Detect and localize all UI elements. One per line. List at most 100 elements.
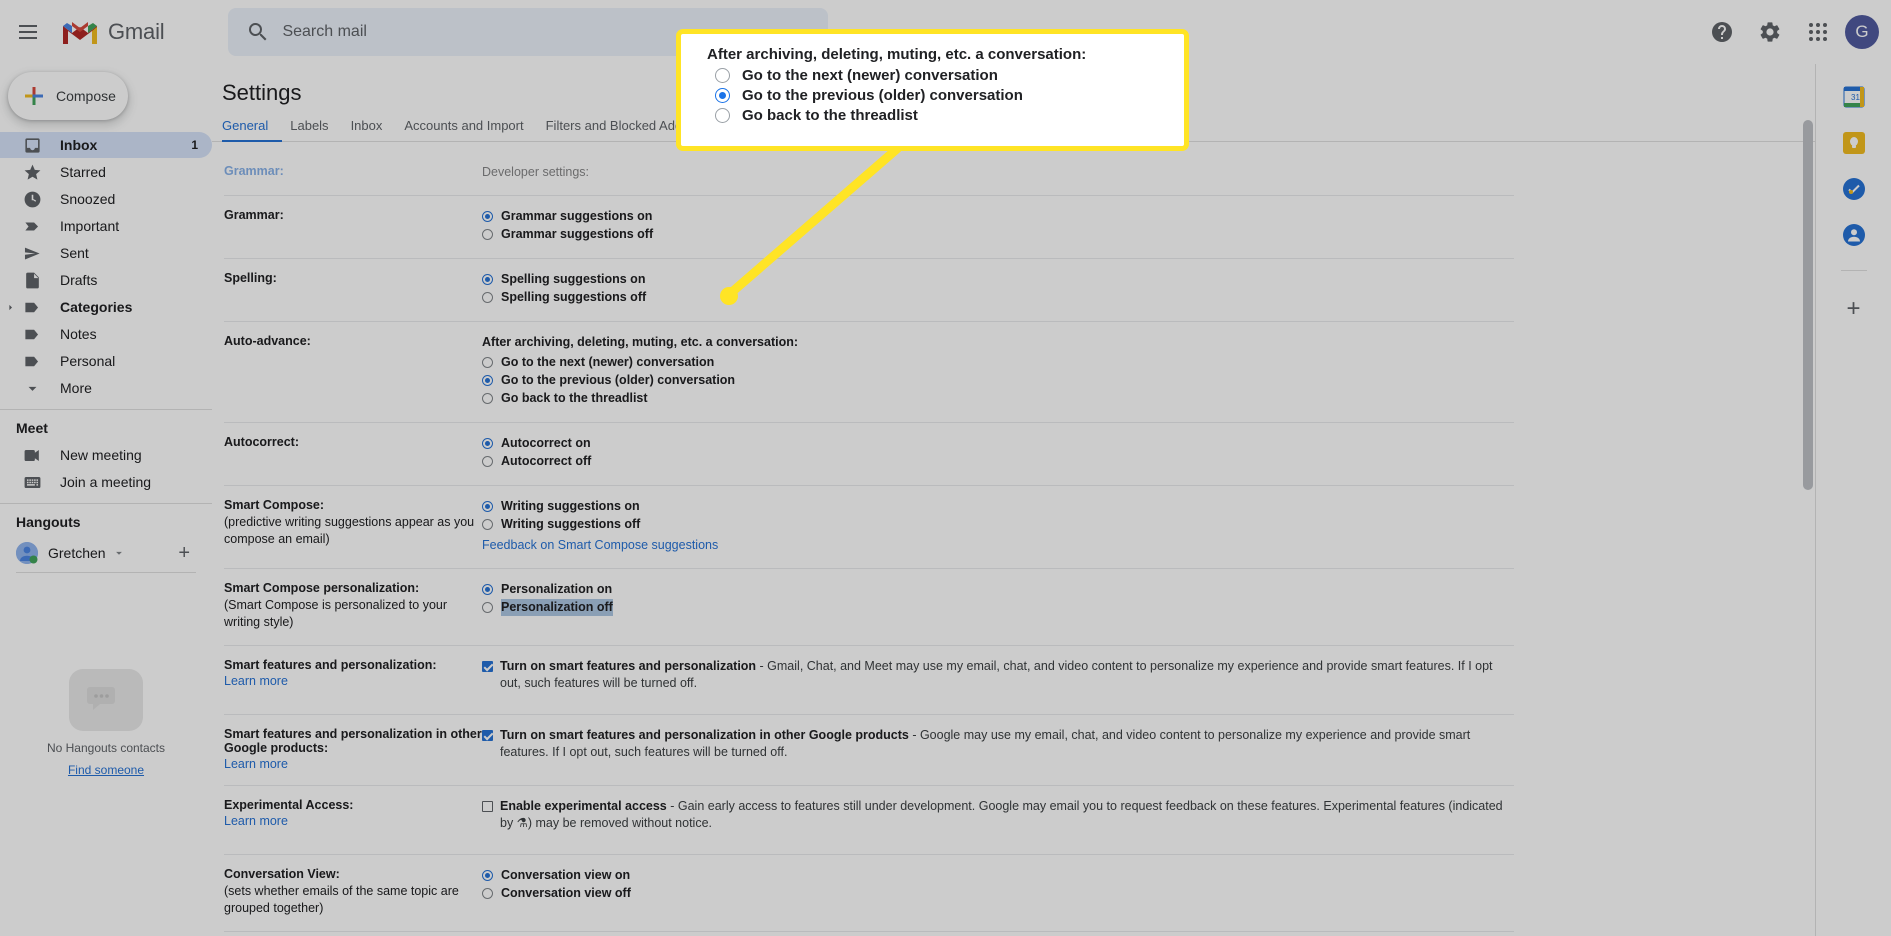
main-scrollbar[interactable]	[1803, 120, 1813, 490]
clock-icon	[22, 189, 42, 209]
radio-row[interactable]: Grammar suggestions on	[482, 208, 1514, 225]
expand-chevron-right-icon[interactable]	[6, 299, 18, 315]
sidebar-nav-list: Inbox 1 Starred Snoozed Important Sent Drafts C…	[0, 132, 212, 401]
tab-labels[interactable]: Labels	[290, 118, 328, 133]
google-contacts-icon[interactable]	[1842, 224, 1865, 246]
find-someone-link[interactable]: Find someone	[68, 763, 144, 777]
sidebar-item-snoozed[interactable]: Snoozed	[0, 186, 212, 212]
sidebar-item-important[interactable]: Important	[0, 213, 212, 239]
radio-button[interactable]	[482, 870, 493, 881]
learn-more-link[interactable]: Learn more	[224, 674, 288, 688]
callout-radio-button[interactable]	[715, 68, 730, 83]
learn-more-link[interactable]: Learn more	[224, 814, 288, 828]
checkbox-row[interactable]: Turn on smart features and personalizati…	[482, 658, 1514, 692]
radio-row[interactable]: Autocorrect off	[482, 453, 1514, 470]
radio-row[interactable]: Grammar suggestions off	[482, 226, 1514, 243]
feedback-link[interactable]: Feedback on Smart Compose suggestions	[482, 538, 718, 552]
radio-button[interactable]	[482, 888, 493, 899]
callout-radio-row[interactable]: Go to the next (newer) conversation	[707, 67, 1168, 84]
radio-button[interactable]	[482, 292, 493, 303]
sidebar-item-more[interactable]: More	[0, 375, 212, 401]
meet-item-new-meeting[interactable]: New meeting	[0, 442, 212, 468]
gear-icon[interactable]	[1749, 11, 1791, 53]
table-row: Smart Compose personalization: (Smart Com…	[224, 568, 1514, 646]
radio-row[interactable]: Autocorrect on	[482, 435, 1514, 452]
side-panel-add-plus-icon[interactable]: +	[1846, 295, 1860, 323]
radio-row[interactable]: Go to the previous (older) conversation	[482, 372, 1514, 389]
checkbox[interactable]	[482, 730, 493, 741]
callout-radio-button[interactable]	[715, 108, 730, 123]
radio-button[interactable]	[482, 501, 493, 512]
hangouts-user-row[interactable]: Gretchen +	[0, 536, 212, 570]
setting-label: Experimental Access:	[224, 798, 354, 812]
radio-button[interactable]	[482, 274, 493, 285]
checkbox[interactable]	[482, 801, 493, 812]
radio-row[interactable]: Conversation view off	[482, 885, 1514, 902]
callout-radio-label: Go to the previous (older) conversation	[742, 87, 1023, 104]
radio-button[interactable]	[482, 357, 493, 368]
setting-label: Smart features and personalization:	[224, 658, 437, 672]
hangouts-empty-text: No Hangouts contacts	[46, 741, 166, 755]
radio-button[interactable]	[482, 211, 493, 222]
radio-label: Autocorrect on	[501, 436, 591, 450]
radio-label: Writing suggestions on	[501, 499, 640, 513]
google-keep-icon[interactable]	[1842, 132, 1865, 154]
radio-row[interactable]: Go back to the threadlist	[482, 390, 1514, 407]
hamburger-icon[interactable]	[4, 8, 52, 56]
chevron-down-icon[interactable]	[112, 546, 126, 560]
checkbox-row[interactable]: Turn on smart features and personalizati…	[482, 727, 1514, 761]
sidebar-item-starred[interactable]: Starred	[0, 159, 212, 185]
apps-grid-icon[interactable]	[1797, 11, 1839, 53]
hangouts-add-plus-icon[interactable]: +	[178, 542, 190, 565]
compose-button[interactable]: Compose	[8, 72, 128, 120]
radio-row[interactable]: Conversation view on	[482, 867, 1514, 884]
radio-button[interactable]	[482, 393, 493, 404]
callout-radio-row[interactable]: Go to the previous (older) conversation	[707, 87, 1168, 104]
hangouts-avatar	[16, 542, 38, 564]
meet-list: New meeting Join a meeting	[0, 442, 212, 495]
checkbox-row[interactable]: Enable experimental access - Gain early …	[482, 798, 1514, 832]
radio-button[interactable]	[482, 519, 493, 530]
tab-inbox[interactable]: Inbox	[351, 118, 383, 133]
sidebar-item-sent[interactable]: Sent	[0, 240, 212, 266]
hangouts-user-name: Gretchen	[48, 545, 106, 561]
sidebar-item-drafts[interactable]: Drafts	[0, 267, 212, 293]
gmail-m-icon	[63, 22, 97, 44]
radio-button[interactable]	[482, 229, 493, 240]
radio-row[interactable]: Personalization off	[482, 599, 1514, 616]
radio-row[interactable]: Writing suggestions off	[482, 516, 1514, 533]
radio-label: Go to the next (newer) conversation	[501, 355, 715, 369]
tab-general[interactable]: General	[222, 118, 268, 133]
checkbox[interactable]	[482, 661, 493, 672]
radio-row[interactable]: Personalization on	[482, 581, 1514, 598]
callout-radio-button[interactable]	[715, 88, 730, 103]
sidebar-item-notes[interactable]: Notes	[0, 321, 212, 347]
radio-button[interactable]	[482, 375, 493, 386]
radio-row[interactable]: Spelling suggestions off	[482, 289, 1514, 306]
google-calendar-icon[interactable]: 31	[1843, 86, 1865, 108]
radio-button[interactable]	[482, 456, 493, 467]
radio-row[interactable]: Go to the next (newer) conversation	[482, 354, 1514, 371]
meet-item-join-a-meeting[interactable]: Join a meeting	[0, 469, 212, 495]
radio-button[interactable]	[482, 584, 493, 595]
google-tasks-icon[interactable]	[1842, 178, 1865, 200]
radio-row[interactable]: Writing suggestions on	[482, 498, 1514, 515]
radio-button[interactable]	[482, 438, 493, 449]
callout-radio-row[interactable]: Go back to the threadlist	[707, 107, 1168, 124]
table-row: Grammar: Developer settings:	[224, 164, 1514, 196]
label-tag-icon	[22, 297, 42, 317]
tab-accounts-and-import[interactable]: Accounts and Import	[404, 118, 523, 133]
hangouts-find-someone[interactable]: Find someone	[0, 761, 212, 779]
learn-more-link[interactable]: Learn more	[224, 757, 288, 771]
table-row: Grammar: Grammar suggestions on Grammar su…	[224, 195, 1514, 259]
sidebar-item-personal[interactable]: Personal	[0, 348, 212, 374]
sidebar-item-label: Inbox	[60, 137, 98, 153]
help-icon[interactable]	[1701, 11, 1743, 53]
table-row: Auto-advance: After archiving, deleting, …	[224, 321, 1514, 423]
radio-button[interactable]	[482, 602, 493, 613]
avatar[interactable]: G	[1845, 15, 1879, 49]
sidebar-item-categories[interactable]: Categories	[0, 294, 212, 320]
sidebar-item-label: Categories	[60, 299, 133, 315]
sidebar-item-inbox[interactable]: Inbox 1	[0, 132, 212, 158]
radio-row[interactable]: Spelling suggestions on	[482, 271, 1514, 288]
